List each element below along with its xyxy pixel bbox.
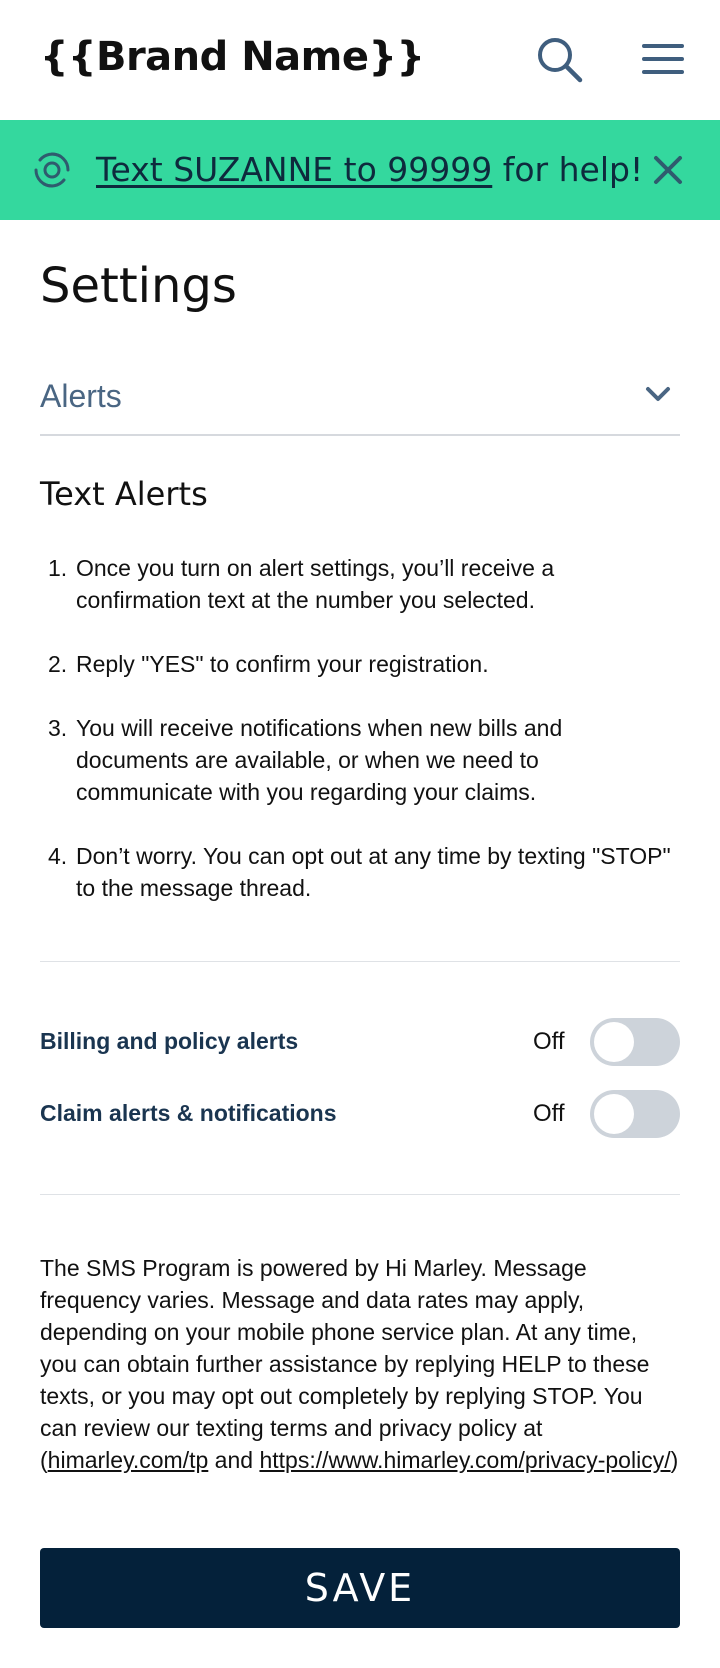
list-item: 4. Don’t worry. You can opt out at any ti… (48, 843, 671, 901)
text-alerts-steps: 1. Once you turn on alert settings, you’l… (40, 552, 680, 936)
billing-alerts-state: Off (533, 1028, 565, 1055)
brand-logo[interactable]: {{Brand Name}} (40, 34, 425, 80)
terms-link[interactable]: himarley.com/tp (48, 1447, 209, 1473)
search-icon[interactable] (534, 34, 584, 84)
divider (40, 1194, 680, 1195)
text-alerts-heading: Text Alerts (40, 475, 208, 513)
claim-alerts-toggle[interactable] (590, 1090, 680, 1138)
toggle-knob (594, 1022, 634, 1062)
list-item: 1. Once you turn on alert settings, you’l… (48, 555, 555, 613)
sms-disclaimer: The SMS Program is powered by Hi Marley.… (40, 1255, 679, 1473)
billing-alerts-label: Billing and policy alerts (40, 1028, 299, 1054)
accordion-label: Alerts (40, 378, 122, 414)
close-icon[interactable] (650, 152, 686, 188)
hamburger-menu-icon[interactable] (638, 38, 688, 82)
support-swirl-icon (30, 148, 74, 192)
list-item: 2. Reply "YES" to confirm your registrati… (48, 651, 489, 677)
claim-alerts-label: Claim alerts & notifications (40, 1100, 337, 1126)
divider (40, 961, 680, 962)
claim-alerts-state: Off (533, 1100, 565, 1127)
alerts-accordion-header[interactable]: Alerts (40, 364, 680, 436)
list-item: 3. You will receive notifications when ne… (48, 715, 563, 805)
help-banner-text: Text SUZANNE to 99999 for help! (96, 150, 643, 189)
billing-alerts-toggle[interactable] (590, 1018, 680, 1066)
claim-alerts-row: Claim alerts & notifications Off (40, 1090, 680, 1140)
page-title: Settings (40, 258, 237, 314)
billing-alerts-row: Billing and policy alerts Off (40, 1018, 680, 1068)
help-banner-suffix: for help! (492, 150, 644, 189)
header: {{Brand Name}} (0, 0, 720, 120)
toggle-knob (594, 1094, 634, 1134)
help-text-link[interactable]: Text SUZANNE to 99999 (96, 150, 492, 189)
chevron-down-icon[interactable] (644, 384, 672, 404)
privacy-policy-link[interactable]: https://www.himarley.com/privacy-policy/ (259, 1447, 670, 1473)
save-button[interactable]: SAVE (40, 1548, 680, 1628)
